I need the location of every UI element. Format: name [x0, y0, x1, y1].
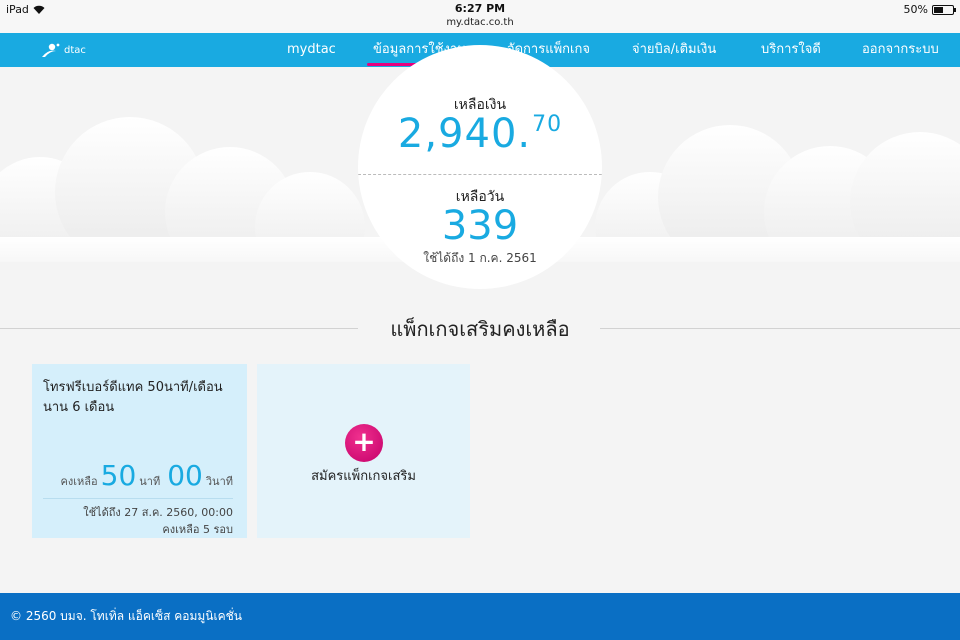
remain-label: คงเหลือ [60, 475, 98, 488]
footer: © 2560 บมจ. โทเทิ่ล แอ็คเซ็ส คอมมูนิเคชั… [0, 593, 960, 640]
section-line-left [0, 328, 358, 329]
balance-amount-decimal: 70 [532, 112, 563, 137]
nav-item-logout[interactable]: ออกจากระบบ [862, 33, 939, 67]
section-title: แพ็กเกจเสริมคงเหลือ [390, 317, 570, 341]
package-valid-until: ใช้ได้ถึง 27 ส.ค. 2560, 00:00 [83, 506, 233, 519]
add-package-card[interactable]: + สมัครแพ็กเกจเสริม [257, 364, 470, 538]
add-package-label: สมัครแพ็กเกจเสริม [311, 469, 416, 484]
dtac-logo[interactable]: dtac [40, 40, 90, 60]
balance-amount: 2,940.70 [358, 111, 602, 157]
package-title: โทรฟรีเบอร์ดีแทค 50นาที/เดือน นาน 6 เดือ… [43, 380, 223, 415]
battery-fill [934, 6, 943, 13]
remain-minutes: 50 [100, 459, 137, 492]
dtac-logo-icon [42, 43, 60, 57]
status-bar: iPad 6:27 PM my.dtac.co.th 50% [0, 0, 960, 33]
minutes-unit: นาที [139, 475, 161, 488]
battery-icon [932, 4, 956, 15]
package-remaining: คงเหลือ 50 นาที 00 วินาที [61, 462, 233, 490]
balance-divider [358, 174, 602, 175]
nav-item-mydtac[interactable]: mydtac [287, 33, 336, 67]
status-right: 50% [903, 3, 956, 16]
days-remaining: 339 [441, 203, 519, 249]
nav-item-pay-topup[interactable]: จ่ายบิล/เติมเงิน [632, 33, 716, 67]
package-card[interactable]: โทรฟรีเบอร์ดีแทค 50นาที/เดือน นาน 6 เดือ… [32, 364, 247, 538]
footer-copyright: © 2560 บมจ. โทเทิ่ล แอ็คเซ็ส คอมมูนิเคชั… [10, 609, 242, 623]
nav-item-services[interactable]: บริการใจดี [761, 33, 821, 67]
package-divider [43, 498, 233, 499]
balance-circle: เหลือเงิน 2,940.70 เหลือวัน 339 ใช้ได้ถึ… [358, 45, 602, 289]
seconds-unit: วินาที [205, 475, 233, 488]
plus-icon[interactable]: + [345, 424, 383, 462]
address-bar-url[interactable]: my.dtac.co.th [0, 17, 960, 28]
balance-valid-until: ใช้ได้ถึง 1 ก.ค. 2561 [423, 251, 537, 265]
logo-text: dtac [64, 44, 86, 56]
battery-percent: 50% [903, 3, 928, 16]
remain-seconds: 00 [167, 459, 203, 492]
section-line-right [600, 328, 960, 329]
status-time: 6:27 PM [454, 2, 506, 15]
package-rounds-left: คงเหลือ 5 รอบ [162, 523, 233, 536]
balance-amount-main: 2,940. [397, 111, 532, 157]
